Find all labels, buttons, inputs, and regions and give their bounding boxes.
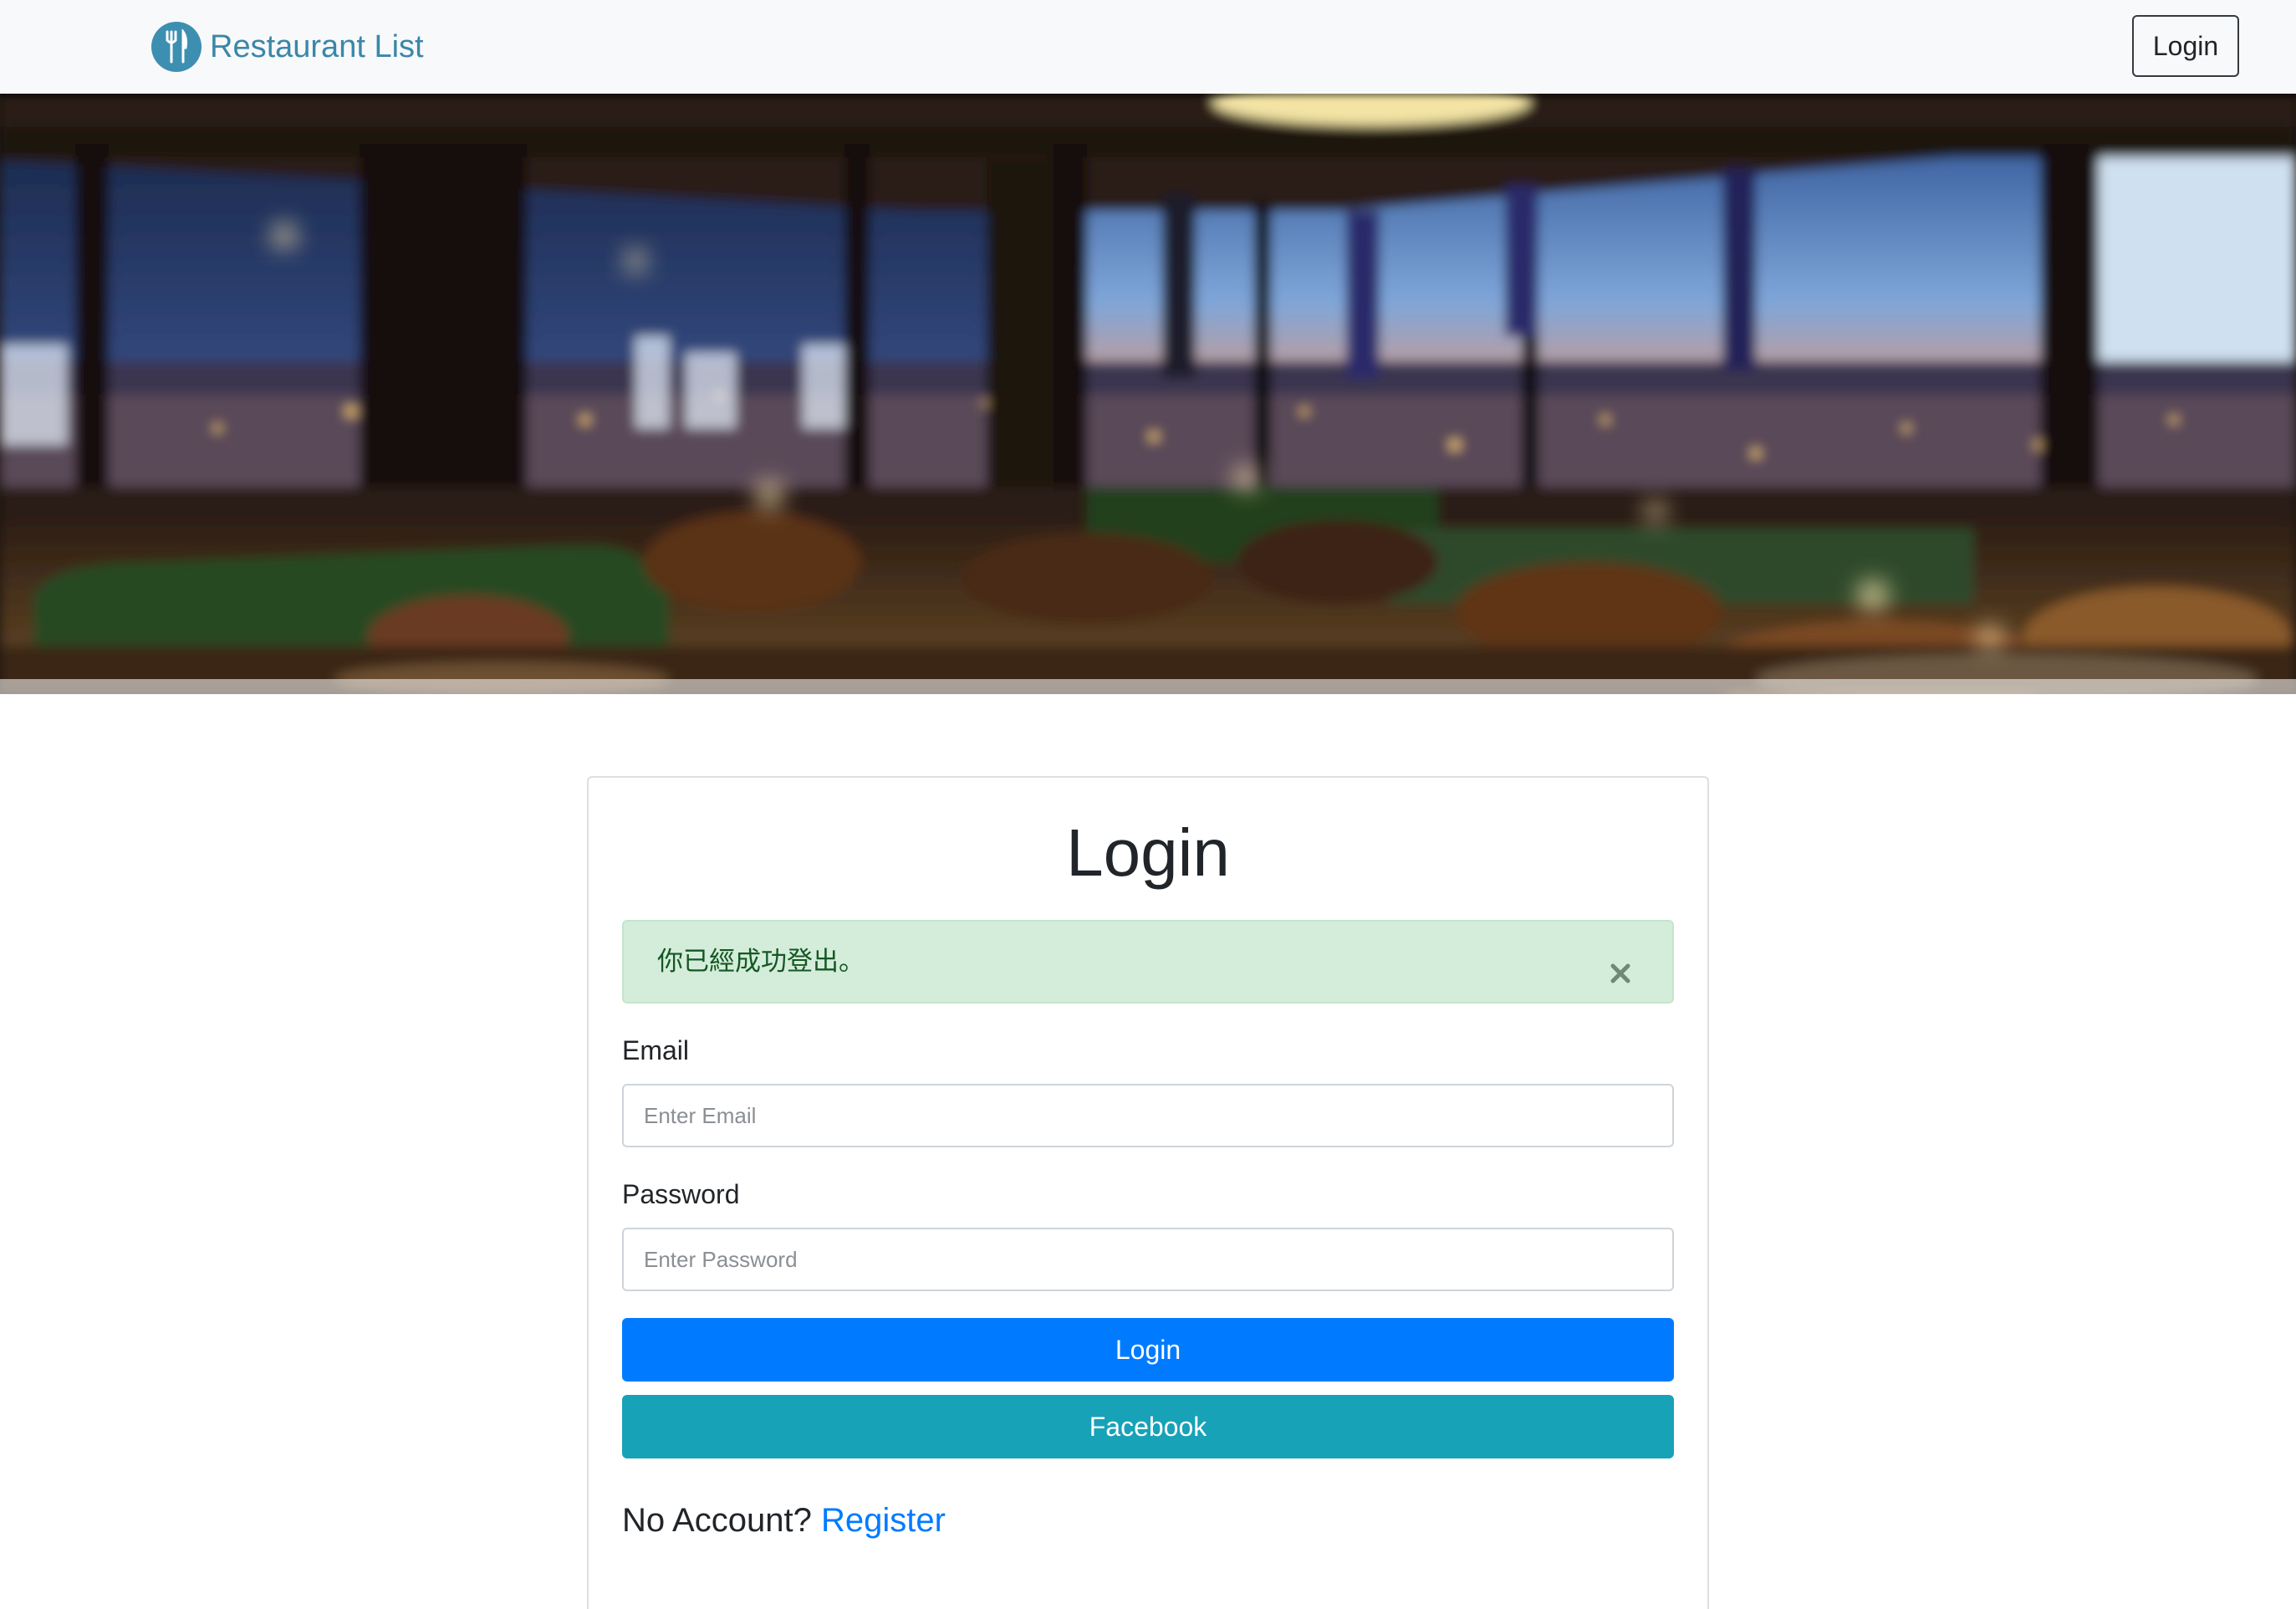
register-link[interactable]: Register: [821, 1502, 946, 1539]
close-icon[interactable]: [1602, 943, 1639, 983]
email-input[interactable]: [622, 1084, 1674, 1147]
no-account-text: No Account?: [622, 1502, 812, 1539]
restaurant-interior-photo: [0, 94, 2296, 694]
login-title: Login: [1066, 815, 1230, 890]
login-card: Login 你已經成功登出。 Email Password Login Face…: [587, 776, 1709, 1609]
navbar-login-button[interactable]: Login: [2132, 15, 2239, 77]
hero-banner: [0, 94, 2296, 694]
logout-success-alert: 你已經成功登出。: [622, 920, 1674, 1004]
facebook-login-button[interactable]: Facebook: [622, 1395, 1674, 1458]
register-prompt: No Account? Register: [622, 1502, 946, 1540]
utensils-icon: [151, 22, 202, 72]
brand-name: Restaurant List: [210, 29, 424, 64]
password-label: Password: [622, 1179, 740, 1209]
login-submit-button[interactable]: Login: [622, 1318, 1674, 1382]
alert-message: 你已經成功登出。: [657, 947, 865, 977]
password-input[interactable]: [622, 1228, 1674, 1291]
top-navbar: Restaurant List Login: [0, 0, 2296, 94]
email-label: Email: [622, 1035, 690, 1065]
brand-link[interactable]: Restaurant List: [151, 22, 424, 72]
